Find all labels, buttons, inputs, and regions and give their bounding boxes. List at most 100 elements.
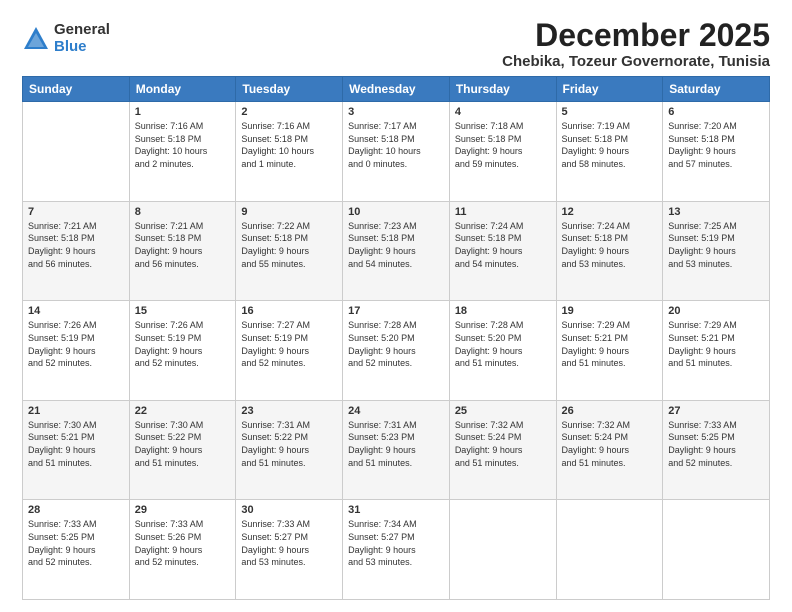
calendar-cell bbox=[663, 500, 770, 600]
day-number: 1 bbox=[135, 106, 231, 118]
calendar-cell: 11Sunrise: 7:24 AM Sunset: 5:18 PM Dayli… bbox=[449, 201, 556, 301]
day-info: Sunrise: 7:32 AM Sunset: 5:24 PM Dayligh… bbox=[562, 419, 658, 469]
day-info: Sunrise: 7:32 AM Sunset: 5:24 PM Dayligh… bbox=[455, 419, 551, 469]
calendar-cell: 13 Sunrise: 7:25 AM Sunset: 5:19 PM Dayli… bbox=[663, 201, 770, 301]
calendar-week-row: 28Sunrise: 7:33 AM Sunset: 5:25 PM Dayli… bbox=[23, 500, 770, 600]
logo: General Blue bbox=[22, 22, 110, 55]
day-number: 7 bbox=[28, 206, 124, 218]
day-number: 15 bbox=[135, 305, 231, 317]
day-info: Sunrise: 7:28 AM Sunset: 5:20 PM Dayligh… bbox=[455, 319, 551, 369]
day-info: Sunrise: 7:26 AM Sunset: 5:19 PM Dayligh… bbox=[135, 319, 231, 369]
day-number: 20 bbox=[668, 305, 764, 317]
calendar-cell: 31 Sunrise: 7:34 AM Sunset: 5:27 PM Dayli… bbox=[343, 500, 450, 600]
day-number: 29 bbox=[135, 504, 231, 516]
day-info: Sunrise: 7:34 AM Sunset: 5:27 PM Dayligh… bbox=[348, 518, 444, 568]
calendar-cell: 25 Sunrise: 7:32 AM Sunset: 5:24 PM Dayli… bbox=[449, 400, 556, 500]
day-number: 19 bbox=[562, 305, 658, 317]
day-number: 24 bbox=[348, 405, 444, 417]
month-title: December 2025 bbox=[502, 18, 770, 53]
day-info: Sunrise: 7:29 AM Sunset: 5:21 PM Dayligh… bbox=[668, 319, 764, 369]
calendar-cell: 8 Sunrise: 7:21 AM Sunset: 5:18 PM Daylig… bbox=[129, 201, 236, 301]
calendar-cell: 16 Sunrise: 7:27 AM Sunset: 5:19 PM Dayli… bbox=[236, 301, 343, 401]
calendar-cell: 2Sunrise: 7:16 AM Sunset: 5:18 PM Daylig… bbox=[236, 102, 343, 202]
calendar-cell: 24Sunrise: 7:31 AM Sunset: 5:23 PM Dayli… bbox=[343, 400, 450, 500]
calendar-cell: 19Sunrise: 7:29 AM Sunset: 5:21 PM Dayli… bbox=[556, 301, 663, 401]
calendar-cell: 30 Sunrise: 7:33 AM Sunset: 5:27 PM Dayli… bbox=[236, 500, 343, 600]
day-number: 23 bbox=[241, 405, 337, 417]
day-header-tuesday: Tuesday bbox=[236, 77, 343, 102]
calendar-cell: 22 Sunrise: 7:30 AM Sunset: 5:22 PM Dayli… bbox=[129, 400, 236, 500]
calendar-cell: 23 Sunrise: 7:31 AM Sunset: 5:22 PM Dayli… bbox=[236, 400, 343, 500]
day-number: 16 bbox=[241, 305, 337, 317]
day-info: Sunrise: 7:17 AM Sunset: 5:18 PM Dayligh… bbox=[348, 120, 444, 170]
calendar-cell: 27 Sunrise: 7:33 AM Sunset: 5:25 PM Dayli… bbox=[663, 400, 770, 500]
day-number: 17 bbox=[348, 305, 444, 317]
calendar-week-row: 14 Sunrise: 7:26 AM Sunset: 5:19 PM Dayli… bbox=[23, 301, 770, 401]
calendar-cell: 14Sunrise: 7:26 AM Sunset: 5:19 PM Dayli… bbox=[23, 301, 130, 401]
day-number: 22 bbox=[135, 405, 231, 417]
day-number: 9 bbox=[241, 206, 337, 218]
logo-icon bbox=[22, 25, 50, 53]
day-header-monday: Monday bbox=[129, 77, 236, 102]
day-number: 14 bbox=[28, 305, 124, 317]
header: General Blue December 2025 Chebika, Toze… bbox=[22, 18, 770, 70]
calendar-cell: 9 Sunrise: 7:22 AM Sunset: 5:18 PM Daylig… bbox=[236, 201, 343, 301]
day-number: 21 bbox=[28, 405, 124, 417]
day-info: Sunrise: 7:22 AM Sunset: 5:18 PM Dayligh… bbox=[241, 220, 337, 270]
calendar-cell: 7 Sunrise: 7:21 AM Sunset: 5:18 PM Daylig… bbox=[23, 201, 130, 301]
day-number: 12 bbox=[562, 206, 658, 218]
day-header-saturday: Saturday bbox=[663, 77, 770, 102]
calendar-cell: 4Sunrise: 7:18 AM Sunset: 5:18 PM Daylig… bbox=[449, 102, 556, 202]
calendar-cell bbox=[556, 500, 663, 600]
day-number: 8 bbox=[135, 206, 231, 218]
day-number: 25 bbox=[455, 405, 551, 417]
day-info: Sunrise: 7:21 AM Sunset: 5:18 PM Dayligh… bbox=[28, 220, 124, 270]
day-info: Sunrise: 7:16 AM Sunset: 5:18 PM Dayligh… bbox=[241, 120, 337, 170]
calendar-cell: 20 Sunrise: 7:29 AM Sunset: 5:21 PM Dayli… bbox=[663, 301, 770, 401]
day-header-wednesday: Wednesday bbox=[343, 77, 450, 102]
calendar-week-row: 1 Sunrise: 7:16 AM Sunset: 5:18 PM Daylig… bbox=[23, 102, 770, 202]
day-number: 18 bbox=[455, 305, 551, 317]
location: Chebika, Tozeur Governorate, Tunisia bbox=[502, 53, 770, 70]
calendar-table: SundayMondayTuesdayWednesdayThursdayFrid… bbox=[22, 76, 770, 600]
day-number: 30 bbox=[241, 504, 337, 516]
day-header-sunday: Sunday bbox=[23, 77, 130, 102]
day-info: Sunrise: 7:16 AM Sunset: 5:18 PM Dayligh… bbox=[135, 120, 231, 170]
calendar-cell: 18 Sunrise: 7:28 AM Sunset: 5:20 PM Dayli… bbox=[449, 301, 556, 401]
calendar-week-row: 7 Sunrise: 7:21 AM Sunset: 5:18 PM Daylig… bbox=[23, 201, 770, 301]
day-header-thursday: Thursday bbox=[449, 77, 556, 102]
logo-general-text: General bbox=[54, 22, 110, 39]
calendar-cell: 6 Sunrise: 7:20 AM Sunset: 5:18 PM Daylig… bbox=[663, 102, 770, 202]
page: General Blue December 2025 Chebika, Toze… bbox=[0, 0, 792, 612]
logo-blue-text: Blue bbox=[54, 39, 110, 56]
calendar-cell bbox=[23, 102, 130, 202]
day-header-friday: Friday bbox=[556, 77, 663, 102]
day-number: 26 bbox=[562, 405, 658, 417]
calendar-cell bbox=[449, 500, 556, 600]
day-info: Sunrise: 7:27 AM Sunset: 5:19 PM Dayligh… bbox=[241, 319, 337, 369]
day-info: Sunrise: 7:23 AM Sunset: 5:18 PM Dayligh… bbox=[348, 220, 444, 270]
calendar-cell: 15 Sunrise: 7:26 AM Sunset: 5:19 PM Dayli… bbox=[129, 301, 236, 401]
day-info: Sunrise: 7:21 AM Sunset: 5:18 PM Dayligh… bbox=[135, 220, 231, 270]
day-number: 27 bbox=[668, 405, 764, 417]
day-number: 3 bbox=[348, 106, 444, 118]
calendar-week-row: 21Sunrise: 7:30 AM Sunset: 5:21 PM Dayli… bbox=[23, 400, 770, 500]
day-number: 6 bbox=[668, 106, 764, 118]
calendar-cell: 21Sunrise: 7:30 AM Sunset: 5:21 PM Dayli… bbox=[23, 400, 130, 500]
day-info: Sunrise: 7:25 AM Sunset: 5:19 PM Dayligh… bbox=[668, 220, 764, 270]
day-info: Sunrise: 7:31 AM Sunset: 5:22 PM Dayligh… bbox=[241, 419, 337, 469]
day-info: Sunrise: 7:33 AM Sunset: 5:25 PM Dayligh… bbox=[668, 419, 764, 469]
calendar-cell: 26 Sunrise: 7:32 AM Sunset: 5:24 PM Dayli… bbox=[556, 400, 663, 500]
calendar-cell: 12Sunrise: 7:24 AM Sunset: 5:18 PM Dayli… bbox=[556, 201, 663, 301]
calendar-cell: 29Sunrise: 7:33 AM Sunset: 5:26 PM Dayli… bbox=[129, 500, 236, 600]
day-info: Sunrise: 7:30 AM Sunset: 5:22 PM Dayligh… bbox=[135, 419, 231, 469]
logo-text: General Blue bbox=[54, 22, 110, 55]
day-info: Sunrise: 7:18 AM Sunset: 5:18 PM Dayligh… bbox=[455, 120, 551, 170]
day-number: 13 bbox=[668, 206, 764, 218]
calendar-cell: 10Sunrise: 7:23 AM Sunset: 5:18 PM Dayli… bbox=[343, 201, 450, 301]
day-number: 31 bbox=[348, 504, 444, 516]
day-info: Sunrise: 7:33 AM Sunset: 5:27 PM Dayligh… bbox=[241, 518, 337, 568]
day-info: Sunrise: 7:20 AM Sunset: 5:18 PM Dayligh… bbox=[668, 120, 764, 170]
title-block: December 2025 Chebika, Tozeur Governorat… bbox=[502, 18, 770, 70]
calendar-cell: 3 Sunrise: 7:17 AM Sunset: 5:18 PM Daylig… bbox=[343, 102, 450, 202]
